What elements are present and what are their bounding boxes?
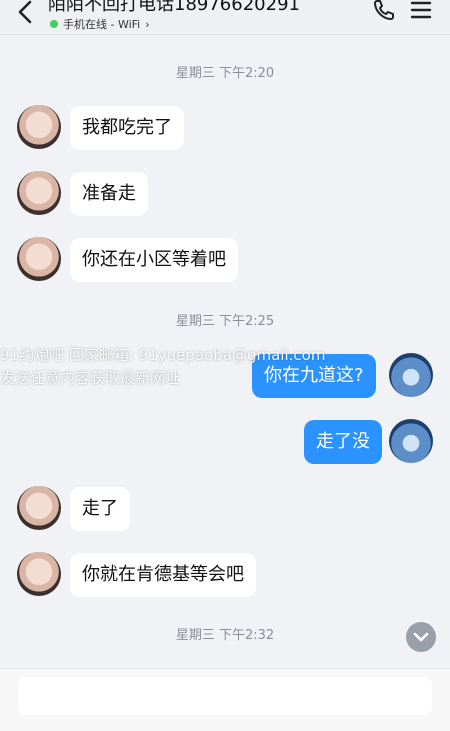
chevron-right-icon: › xyxy=(145,17,150,31)
timestamp: 星期三 下午2:25 xyxy=(175,314,275,329)
menu-icon[interactable] xyxy=(410,0,432,21)
message-bubble[interactable]: 走了 xyxy=(70,487,130,531)
message-bubble[interactable]: 我都吃完了 xyxy=(70,106,184,150)
contact-avatar[interactable] xyxy=(17,486,61,530)
chevron-down-icon xyxy=(413,632,429,642)
online-dot-icon xyxy=(50,20,58,28)
message-bubble-self[interactable]: 走了没 xyxy=(304,420,382,464)
timestamp: 星期三 下午2:32 xyxy=(175,628,275,643)
online-status[interactable]: 手机在线 - WiFi › xyxy=(50,16,150,32)
contact-avatar[interactable] xyxy=(17,552,61,596)
message-composer xyxy=(0,668,450,731)
scroll-down-button[interactable] xyxy=(406,622,436,652)
contact-avatar[interactable] xyxy=(17,237,61,281)
online-status-text: 手机在线 - WiFi xyxy=(63,18,141,31)
watermark-line: 发送任意内容获取最新网址 xyxy=(0,369,181,387)
chat-header: 陌陌不回打电话18976620291 手机在线 - WiFi › xyxy=(0,0,450,35)
back-icon[interactable] xyxy=(14,0,38,26)
message-bubble[interactable]: 准备走 xyxy=(70,172,148,216)
contact-avatar[interactable] xyxy=(17,105,61,149)
message-input[interactable] xyxy=(18,677,432,715)
watermark-line: 91约炮吧 回家邮箱: 91yuepaoba@gmail.com xyxy=(0,346,326,364)
timestamp: 星期三 下午2:20 xyxy=(175,66,275,81)
self-avatar[interactable] xyxy=(389,419,433,463)
message-bubble[interactable]: 你就在肯德基等会吧 xyxy=(70,553,256,597)
self-avatar[interactable] xyxy=(389,353,433,397)
contact-avatar[interactable] xyxy=(17,171,61,215)
chat-title[interactable]: 陌陌不回打电话18976620291 xyxy=(48,0,300,16)
phone-icon[interactable] xyxy=(372,0,396,22)
message-bubble[interactable]: 你还在小区等着吧 xyxy=(70,238,238,282)
